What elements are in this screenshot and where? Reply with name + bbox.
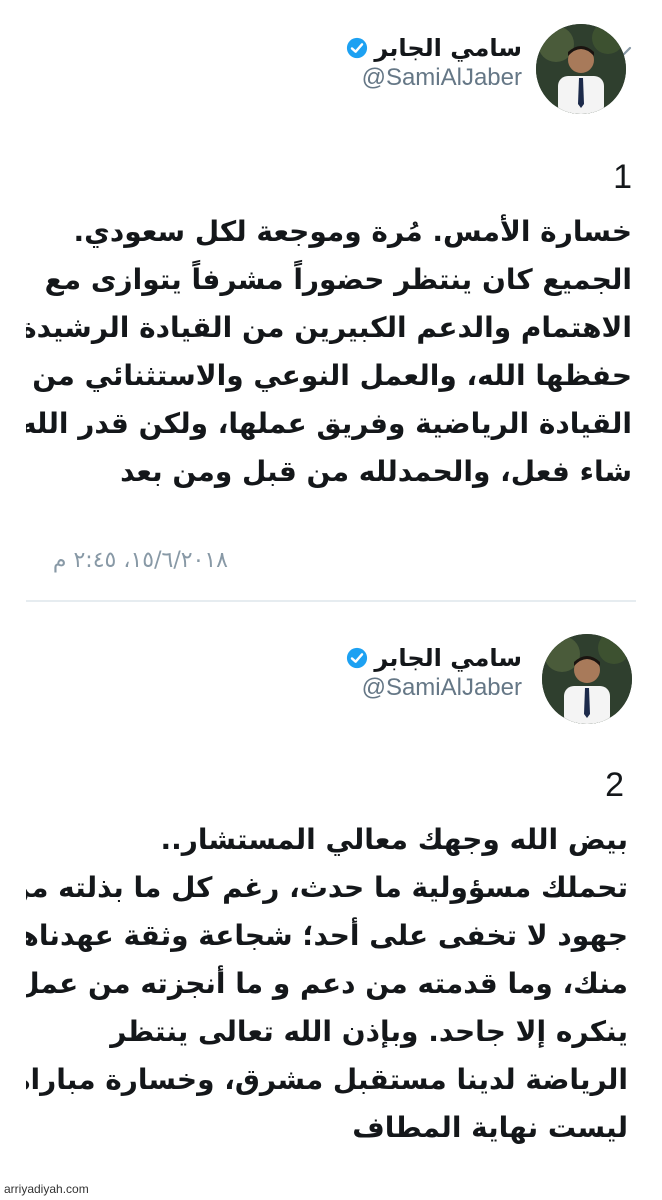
divider <box>26 600 636 602</box>
tweet-number: 1 <box>613 158 632 196</box>
tweet-text-line: جهود لا تخفى على أحد؛ شجاعة وثقة عهدناها <box>26 919 628 952</box>
tweet-text-line: الاهتمام والدعم الكبيرين من القيادة الرش… <box>26 311 632 344</box>
author-display-name[interactable]: سامي الجابر <box>374 644 522 672</box>
tweet-text-line: خسارة الأمس. مُرة وموجعة لكل سعودي. <box>73 215 632 248</box>
tweet-card-1: سامي الجابر @SamiAlJaber 1 خسارة الأمس. <box>0 0 662 602</box>
tweet-text-line: شاء فعل، والحمدلله من قبل ومن بعد <box>120 455 632 488</box>
tweet-text-line: ليست نهاية المطاف <box>352 1111 628 1144</box>
tweet-text-line: الجميع كان ينتظر حضوراً مشرفاً يتوازى مع <box>44 263 632 296</box>
tweet-text-line: تحملك مسؤولية ما حدث، رغم كل ما بذلته من <box>26 871 628 904</box>
author-block[interactable]: سامي الجابر @SamiAlJaber <box>346 644 522 702</box>
tweet-text-line: منك، وما قدمته من دعم و ما أنجزته من عمل… <box>26 967 628 1000</box>
tweet-text: بيض الله وجهك معالي المستشار.. تحملك مسؤ… <box>26 816 628 1152</box>
tweet-text-line: القيادة الرياضية وفريق عملها، ولكن قدر ا… <box>26 407 632 440</box>
tweet-timestamp[interactable]: ١٥/٦/٢٠١٨، ٢:٤٥ م <box>53 548 228 573</box>
tweet-number: 2 <box>605 766 624 804</box>
tweet-card-2: سامي الجابر @SamiAlJaber 2 بيض الله وجهك <box>0 620 662 1180</box>
author-block[interactable]: سامي الجابر @SamiAlJaber <box>346 34 522 92</box>
verified-badge-icon <box>347 37 368 59</box>
tweet-text-line: بيض الله وجهك معالي المستشار.. <box>160 823 629 856</box>
author-handle[interactable]: @SamiAlJaber <box>346 64 522 92</box>
avatar[interactable] <box>536 24 626 114</box>
source-watermark: arriyadiyah.com <box>4 1182 89 1196</box>
tweet-text: خسارة الأمس. مُرة وموجعة لكل سعودي. الجم… <box>26 208 632 496</box>
avatar-image <box>536 24 626 114</box>
author-handle[interactable]: @SamiAlJaber <box>346 674 522 702</box>
author-display-name[interactable]: سامي الجابر <box>374 34 522 62</box>
verified-badge-icon <box>347 647 368 669</box>
tweet-text-line: ينكره إلا جاحد. وبإذن الله تعالى ينتظر <box>110 1015 628 1048</box>
tweet-header: سامي الجابر @SamiAlJaber <box>30 634 632 724</box>
avatar-image <box>542 634 632 724</box>
tweet-header: سامي الجابر @SamiAlJaber <box>30 24 632 114</box>
tweet-text-line: الرياضة لدينا مستقبل مشرق، وخسارة مباراة <box>26 1063 628 1096</box>
tweet-text-line: حفظها الله، والعمل النوعي والاستثنائي من <box>32 359 632 392</box>
avatar[interactable] <box>542 634 632 724</box>
